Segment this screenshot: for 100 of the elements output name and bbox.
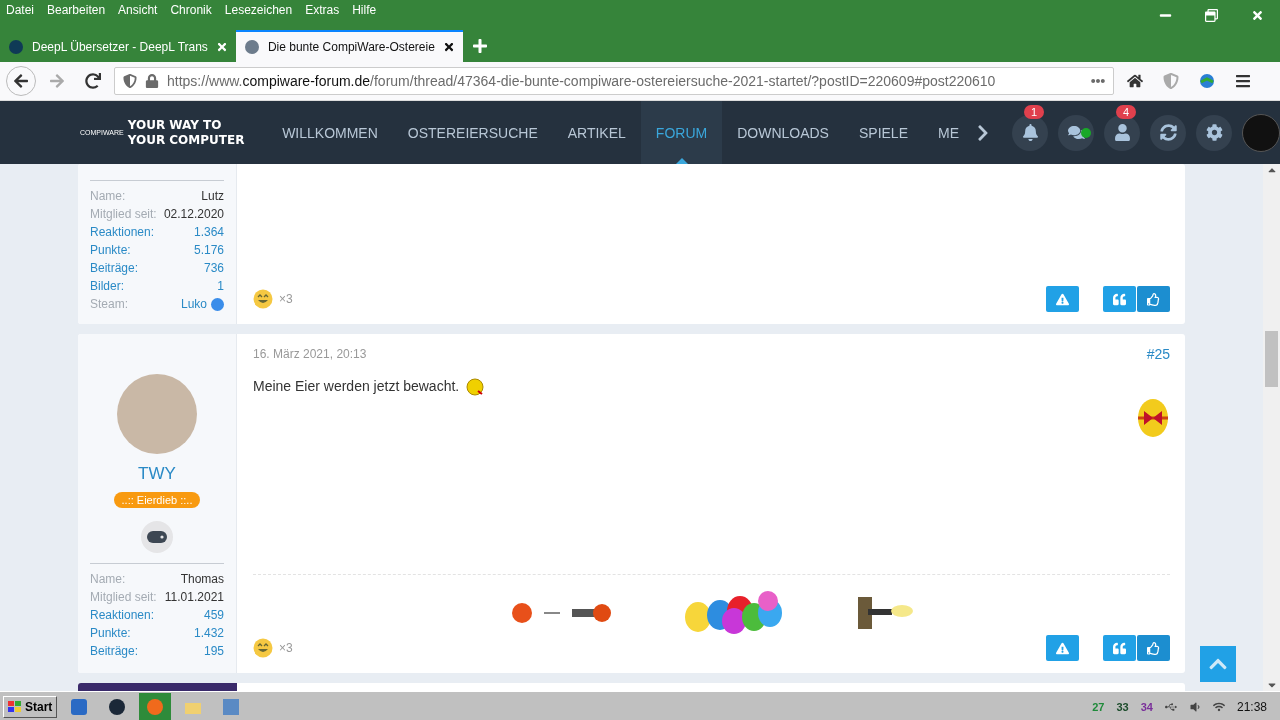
post-date: 16. März 2021, 20:13 — [253, 347, 367, 361]
menu-item[interactable]: Lesezeichen — [224, 3, 293, 17]
quote-icon — [1113, 641, 1126, 655]
tray-indicator[interactable]: 34 — [1140, 700, 1153, 713]
tray-indicator[interactable]: 33 — [1116, 700, 1129, 713]
stat-label[interactable]: Reaktionen: — [90, 608, 157, 623]
stat-label: Name: — [90, 572, 127, 587]
stat-value: 11.01.2021 — [164, 590, 224, 605]
nav-link[interactable]: OSTEREIERSUCHE — [392, 101, 553, 164]
site-favicon — [8, 39, 24, 55]
nav-link[interactable]: ME — [923, 101, 974, 164]
clock[interactable]: 21:38 — [1236, 699, 1267, 714]
nav-icon-button[interactable] — [1058, 114, 1094, 151]
laughing-emoji-icon — [253, 638, 273, 658]
chat-icon — [1067, 124, 1085, 141]
wifi-icon[interactable] — [1212, 700, 1225, 713]
menu-item[interactable]: Chronik — [170, 3, 212, 17]
user-icon — [1113, 124, 1131, 141]
rank-label: ..:: Eierdieb ::.. — [113, 492, 201, 508]
laughing-emoji-icon — [253, 289, 273, 309]
menu-item[interactable]: Bearbeiten — [47, 3, 106, 17]
browser-tab[interactable]: DeepL Übersetzer - DeepL Trans — [0, 30, 236, 62]
browser-tab[interactable]: Die bunte CompiWare-Ostereie — [235, 30, 463, 62]
stat-value: Lutz — [201, 189, 224, 204]
stat-value: Thomas — [180, 572, 224, 587]
address-field[interactable]: https://www.compiware-forum.de/forum/thread/47364-die-bunte-compiware-ostereiersuche-2021-startet/?postID=220609#post220610 — [114, 67, 1114, 95]
menu-item[interactable]: Extras — [305, 3, 340, 17]
stat-label[interactable]: Beiträge: — [90, 261, 157, 276]
refresh-icon — [1159, 124, 1177, 141]
nav-link[interactable]: SPIELE — [843, 101, 923, 164]
reload-icon — [85, 73, 101, 89]
windows-logo-icon — [8, 700, 22, 713]
quote-icon — [1113, 292, 1126, 306]
nav-icon-button[interactable] — [1150, 114, 1186, 151]
shield-icon — [123, 74, 137, 88]
taskbar-browser-icon[interactable] — [139, 692, 172, 720]
scrollbar-thumb[interactable] — [1265, 331, 1278, 387]
quote-button[interactable] — [1103, 286, 1136, 312]
easter-egg-image — [1136, 396, 1170, 438]
smiley-icon — [465, 376, 486, 396]
thumbs-up-icon — [1147, 292, 1160, 306]
stat-value: 02.12.2020 — [163, 207, 224, 222]
stat-value[interactable]: 1 — [217, 279, 224, 294]
tray-indicator[interactable]: 27 — [1092, 700, 1105, 713]
stat-label: Mitglied seit: — [90, 207, 157, 222]
report-button[interactable] — [1046, 286, 1079, 312]
nav-icon-button[interactable] — [1012, 114, 1048, 151]
warning-icon — [1056, 641, 1069, 655]
stat-value[interactable]: 1.432 — [193, 626, 224, 641]
stat-value[interactable]: 5.176 — [193, 243, 224, 258]
usb-icon[interactable] — [1164, 700, 1177, 713]
lock-icon — [145, 74, 159, 88]
stat-label[interactable]: Bilder: — [90, 279, 157, 294]
user-avatar[interactable] — [1242, 113, 1280, 152]
stat-label: Name: — [90, 189, 127, 204]
menu-item[interactable]: Datei — [6, 3, 34, 17]
stat-value[interactable]: 1.364 — [193, 225, 224, 240]
nav-link[interactable]: WILLKOMMEN — [267, 101, 393, 164]
site-favicon — [243, 39, 260, 55]
stat-label: Steam: — [90, 297, 129, 312]
like-button[interactable] — [1137, 286, 1170, 312]
notification-badge: 1 — [1024, 104, 1045, 119]
notification-badge: 4 — [1116, 104, 1137, 119]
shield-icon — [1163, 73, 1179, 89]
stat-label[interactable]: Beiträge: — [90, 644, 157, 659]
stat-label[interactable]: Punkte: — [90, 626, 157, 641]
menu-icon — [1235, 73, 1251, 89]
nav-link[interactable]: DOWNLOADS — [722, 101, 844, 164]
back-icon — [13, 73, 29, 89]
scrollbar[interactable] — [1263, 164, 1280, 691]
nav-icon-button[interactable] — [1196, 114, 1232, 151]
nav-link[interactable]: ARTIKEL — [552, 101, 641, 164]
post-number-link[interactable]: #25 — [1146, 346, 1170, 362]
like-button[interactable] — [1137, 635, 1170, 661]
forward-icon — [49, 73, 65, 89]
speaker-icon[interactable] — [1188, 700, 1201, 713]
stat-label[interactable]: Punkte: — [90, 243, 157, 258]
report-button[interactable] — [1046, 635, 1079, 661]
close-tab-icon[interactable] — [442, 41, 455, 53]
home-icon — [1127, 73, 1143, 89]
reaction-count: ×3 — [279, 292, 293, 306]
username-link[interactable]: TWY — [138, 464, 176, 484]
start-button[interactable]: Start — [3, 695, 58, 718]
menu-item[interactable]: Ansicht — [118, 3, 158, 17]
settings-icon — [1205, 124, 1223, 141]
stat-value[interactable]: 459 — [203, 608, 224, 623]
quote-button[interactable] — [1103, 635, 1136, 661]
bell-icon — [1021, 124, 1039, 141]
restore-icon — [1204, 8, 1218, 22]
stat-label: Mitglied seit: — [90, 590, 157, 605]
stat-value: Luko — [180, 297, 207, 312]
stat-label[interactable]: Reaktionen: — [90, 225, 157, 240]
post-text: Meine Eier werden jetzt bewacht. — [253, 378, 460, 394]
thumbs-up-icon — [1147, 641, 1160, 655]
nav-icon-button[interactable] — [1104, 114, 1140, 151]
nav-link[interactable]: FORUM — [640, 101, 723, 164]
globe-icon — [1199, 73, 1215, 89]
stat-value[interactable]: 736 — [203, 261, 224, 276]
stat-value[interactable]: 195 — [203, 644, 224, 659]
menu-item[interactable]: Hilfe — [352, 3, 377, 17]
